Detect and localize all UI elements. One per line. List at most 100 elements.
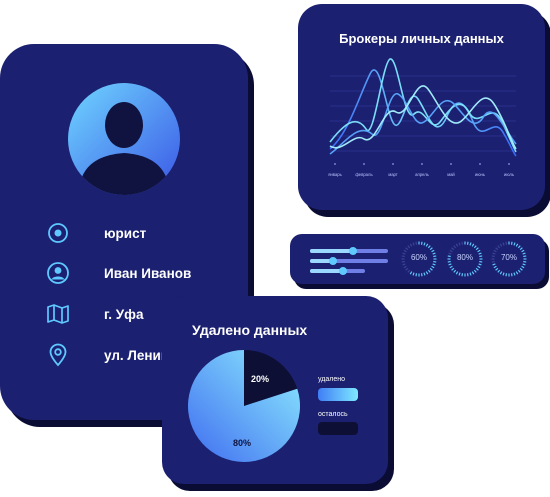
gauge-tick xyxy=(461,273,464,277)
gauge-tick xyxy=(431,249,435,253)
chart-x-ticks: январь февраль март апрель май июнь июль xyxy=(328,163,515,177)
gauge-tick xyxy=(405,247,409,251)
legend-swatch-removed xyxy=(318,388,358,401)
gauge-tick xyxy=(453,269,457,273)
x-tick-mark xyxy=(421,163,423,165)
gauge-tick xyxy=(495,247,499,251)
gauge-tick xyxy=(510,273,513,277)
profession-label: юрист xyxy=(104,225,147,241)
gauge-tick xyxy=(513,242,516,246)
x-tick-mark xyxy=(479,163,481,165)
gauge-tick xyxy=(510,241,513,245)
gauge-2: 80% xyxy=(446,240,484,278)
gauge-tick xyxy=(451,267,455,271)
x-tick-label: январь xyxy=(328,172,342,177)
gauge-tick xyxy=(455,271,459,275)
gauge-tick xyxy=(493,265,497,269)
gauge-tick xyxy=(407,245,411,249)
target-icon xyxy=(48,223,68,243)
gauge-3-label: 70% xyxy=(500,253,517,262)
gauge-tick xyxy=(521,265,525,269)
x-tick-label: март xyxy=(388,172,397,177)
gauge-tick xyxy=(423,272,426,276)
slider-1-knob[interactable] xyxy=(348,247,357,255)
gauge-tick xyxy=(502,272,505,276)
slider-2[interactable] xyxy=(310,257,388,265)
gauge-tick xyxy=(521,249,525,253)
gauge-tick xyxy=(497,269,501,273)
slider-3-knob[interactable] xyxy=(339,267,347,275)
gauge-tick xyxy=(431,265,435,269)
gauge-tick xyxy=(513,272,516,276)
x-tick-mark xyxy=(508,163,510,165)
gauge-tick xyxy=(499,243,503,247)
gauge-tick xyxy=(412,272,415,276)
gauge-tick xyxy=(409,271,413,275)
gauge-tick xyxy=(427,245,431,249)
settings-card: 60% 80% 70% xyxy=(290,234,545,284)
gauge-tick xyxy=(473,269,477,273)
x-tick-label: февраль xyxy=(355,172,373,177)
profile-row-street: ул. Ленина xyxy=(46,342,177,368)
gauge-3: 70% xyxy=(490,240,528,278)
legend-swatch-remaining xyxy=(318,422,358,435)
gauge-tick xyxy=(429,247,433,251)
profile-row-city: г. Уфа xyxy=(46,301,144,327)
gauge-tick xyxy=(453,245,457,249)
map-icon xyxy=(47,304,69,324)
user-icon xyxy=(47,262,69,284)
chart-series-line xyxy=(329,85,517,150)
profile-row-profession: юрист xyxy=(46,220,146,246)
gauge-tick xyxy=(449,265,453,269)
gauge-tick xyxy=(517,245,521,249)
removed-data-title: Удалено данных xyxy=(192,322,308,338)
brokers-chart-card: январь февраль март апрель май июнь июль Броке… xyxy=(298,4,545,210)
gauge-tick xyxy=(427,269,431,273)
gauge-tick xyxy=(519,247,523,251)
gauge-tick xyxy=(471,271,475,275)
pie-label-removed-share: 20% xyxy=(251,374,269,384)
slider-2-knob[interactable] xyxy=(329,257,338,265)
gauge-tick xyxy=(492,263,496,266)
gauge-2-label: 80% xyxy=(456,253,473,262)
x-tick-mark xyxy=(392,163,394,165)
pie-label-remaining-share: 80% xyxy=(233,438,251,448)
gauge-tick xyxy=(515,271,519,275)
location-pin-icon xyxy=(49,343,67,367)
gauge-tick xyxy=(466,273,469,277)
city-label: г. Уфа xyxy=(104,306,144,322)
gauge-tick xyxy=(448,263,452,266)
legend-label-remaining: осталось xyxy=(318,411,348,418)
gauge-tick xyxy=(473,245,477,249)
slider-3[interactable] xyxy=(310,267,365,275)
gauge-tick xyxy=(522,263,526,266)
removed-pie-chart: 20% 80% xyxy=(188,350,300,462)
gauge-tick xyxy=(471,243,475,247)
slider-1[interactable] xyxy=(310,247,388,255)
gauge-tick xyxy=(519,267,523,271)
gauge-tick xyxy=(420,273,423,277)
gauge-tick xyxy=(425,271,429,275)
gauge-tick xyxy=(415,273,418,277)
gauge-tick xyxy=(403,249,407,253)
avatar xyxy=(68,83,180,195)
chart-series-group xyxy=(329,58,517,157)
gauge-tick xyxy=(466,241,469,245)
gauge-tick xyxy=(455,243,459,247)
gauge-tick xyxy=(477,265,481,269)
gauge-tick xyxy=(461,241,464,245)
gauge-tick xyxy=(420,241,423,245)
x-tick-label: апрель xyxy=(415,172,430,177)
gauge-tick xyxy=(515,243,519,247)
x-tick-mark xyxy=(334,163,336,165)
gauge-tick xyxy=(405,267,409,271)
gauge-tick xyxy=(432,263,436,266)
gauge-tick xyxy=(475,267,479,271)
gauge-tick xyxy=(402,263,406,266)
gauge-tick xyxy=(451,247,455,251)
gauge-tick xyxy=(517,269,521,273)
gauge-tick xyxy=(415,241,418,245)
slider-1-fill xyxy=(310,249,353,253)
full-name-label: Иван Иванов xyxy=(104,265,192,281)
gauge-tick xyxy=(449,249,453,253)
